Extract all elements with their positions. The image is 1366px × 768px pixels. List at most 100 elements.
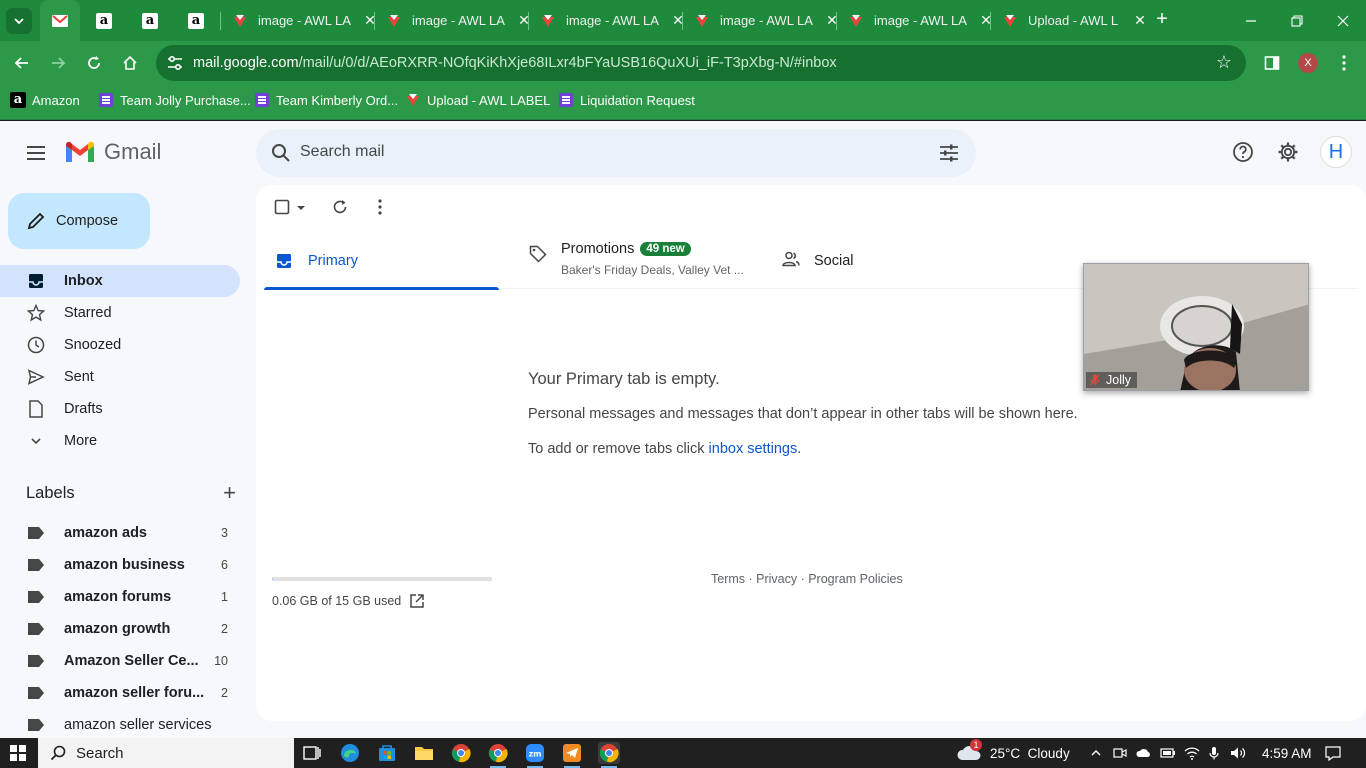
- show-hidden-icons-button[interactable]: [1088, 745, 1104, 761]
- nav-label: Inbox: [64, 273, 103, 289]
- label-item[interactable]: amazon seller services: [0, 709, 256, 741]
- tab-awl-upload[interactable]: Upload - AWL L ✕: [1002, 0, 1148, 41]
- bookmark-star-icon[interactable]: ☆: [1216, 52, 1232, 73]
- tab-amazon-3[interactable]: a: [188, 0, 212, 41]
- reload-button[interactable]: [80, 49, 108, 77]
- label-count: 1: [221, 590, 228, 604]
- back-button[interactable]: [8, 49, 36, 77]
- account-avatar[interactable]: H: [1320, 136, 1352, 168]
- label-tag-icon: [28, 655, 44, 667]
- settings-button[interactable]: [1275, 139, 1301, 165]
- refresh-button[interactable]: [332, 199, 348, 215]
- microphone-icon[interactable]: [1206, 745, 1222, 761]
- nav-drafts[interactable]: Drafts: [0, 393, 240, 425]
- nav-sent[interactable]: Sent: [0, 361, 240, 393]
- taskbar-file-explorer[interactable]: [413, 742, 435, 764]
- search-icon[interactable]: [270, 142, 292, 164]
- site-info-icon[interactable]: [166, 54, 184, 72]
- meet-now-icon[interactable]: [1112, 745, 1128, 761]
- label-item[interactable]: amazon forums 1: [0, 581, 256, 613]
- tab-amazon-1[interactable]: a: [96, 0, 120, 41]
- bookmarks-bar: a Amazon Team Jolly Purchase... Team Kim…: [0, 84, 1366, 120]
- tab-promotions[interactable]: Promotions 49 new Baker's Friday Deals, V…: [517, 231, 752, 289]
- support-button[interactable]: [1230, 139, 1256, 165]
- tab-primary[interactable]: Primary: [264, 231, 499, 290]
- search-options-icon[interactable]: [938, 142, 960, 164]
- weather-widget[interactable]: 1 25°C Cloudy: [956, 738, 1070, 768]
- close-tab-icon[interactable]: ✕: [978, 12, 994, 29]
- bookmark-liquidation[interactable]: Liquidation Request: [558, 92, 695, 108]
- tab-awl-image-5[interactable]: image - AWL LA ✕: [848, 0, 994, 41]
- close-tab-icon[interactable]: ✕: [1132, 12, 1148, 29]
- label-item[interactable]: amazon business 6: [0, 549, 256, 581]
- nav-inbox[interactable]: Inbox: [0, 265, 240, 297]
- wifi-icon[interactable]: [1184, 745, 1200, 761]
- clock[interactable]: 4:59 AM: [1262, 738, 1312, 768]
- bookmark-upload-awl[interactable]: Upload - AWL LABEL: [405, 92, 550, 108]
- minimize-button[interactable]: [1228, 0, 1274, 41]
- footer-links[interactable]: Terms · Privacy · Program Policies: [711, 572, 903, 586]
- new-tab-button[interactable]: +: [1150, 8, 1174, 32]
- inbox-settings-link[interactable]: inbox settings: [709, 441, 798, 457]
- tab-social[interactable]: Social: [770, 231, 1005, 289]
- label-item[interactable]: Amazon Seller Ce... 10: [0, 645, 256, 677]
- taskbar-chrome-1[interactable]: [450, 742, 472, 764]
- gear-icon: [1278, 142, 1298, 162]
- label-item[interactable]: amazon growth 2: [0, 613, 256, 645]
- search-mail-bar[interactable]: Search mail: [256, 129, 976, 177]
- taskbar-search[interactable]: Search: [38, 738, 294, 768]
- create-label-button[interactable]: +: [223, 482, 236, 504]
- volume-icon[interactable]: [1230, 745, 1246, 761]
- external-link-icon[interactable]: [409, 593, 425, 609]
- search-input[interactable]: Search mail: [300, 143, 384, 161]
- select-dropdown[interactable]: [296, 205, 306, 211]
- address-bar[interactable]: mail.google.com/mail/u/0/d/AEoRXRR-NOfqK…: [156, 45, 1246, 81]
- label-item[interactable]: amazon ads 3: [0, 517, 256, 549]
- label-item[interactable]: amazon seller foru... 2: [0, 677, 256, 709]
- nav-snoozed[interactable]: Snoozed: [0, 329, 240, 361]
- taskbar-zoom[interactable]: zm: [524, 742, 546, 768]
- close-window-button[interactable]: [1320, 0, 1366, 41]
- restore-button[interactable]: [1274, 0, 1320, 41]
- close-tab-icon[interactable]: ✕: [670, 12, 686, 29]
- taskbar-telegram[interactable]: [561, 742, 583, 768]
- tab-awl-image-1[interactable]: image - AWL LA ✕: [232, 0, 378, 41]
- close-tab-icon[interactable]: ✕: [362, 12, 378, 29]
- taskbar-chrome-2[interactable]: [487, 742, 509, 768]
- nav-more[interactable]: More: [0, 425, 240, 457]
- onedrive-icon[interactable]: [1136, 745, 1152, 761]
- home-button[interactable]: [116, 49, 144, 77]
- tab-gmail[interactable]: [40, 0, 80, 41]
- task-view-button[interactable]: [301, 742, 323, 764]
- forward-button[interactable]: [44, 49, 72, 77]
- label-tag-icon: [28, 559, 44, 571]
- video-call-overlay[interactable]: Jolly: [1083, 263, 1309, 391]
- empty-state-settings-hint: To add or remove tabs click inbox settin…: [528, 441, 801, 457]
- gmail-logo[interactable]: Gmail: [64, 139, 161, 165]
- chrome-menu-button[interactable]: [1330, 49, 1358, 77]
- select-all-checkbox[interactable]: [274, 199, 290, 215]
- nav-starred[interactable]: Starred: [0, 297, 240, 329]
- bookmark-amazon[interactable]: a Amazon: [10, 92, 80, 108]
- taskbar-edge[interactable]: [339, 742, 361, 764]
- taskbar-store[interactable]: [376, 742, 398, 764]
- tab-awl-image-4[interactable]: image - AWL LA ✕: [694, 0, 840, 41]
- close-tab-icon[interactable]: ✕: [824, 12, 840, 29]
- compose-button[interactable]: Compose: [8, 193, 150, 249]
- caret-down-icon: [297, 206, 305, 210]
- main-menu-icon[interactable]: [24, 141, 48, 165]
- start-button[interactable]: [10, 745, 26, 761]
- close-tab-icon[interactable]: ✕: [516, 12, 532, 29]
- bookmark-team-kimberly[interactable]: Team Kimberly Ord...: [254, 92, 398, 108]
- tab-search-button[interactable]: [6, 8, 32, 34]
- tab-awl-image-2[interactable]: image - AWL LA ✕: [386, 0, 532, 41]
- side-panel-button[interactable]: [1258, 49, 1286, 77]
- bookmark-team-jolly[interactable]: Team Jolly Purchase...: [98, 92, 251, 108]
- battery-icon[interactable]: [1160, 745, 1176, 761]
- tab-amazon-2[interactable]: a: [142, 0, 166, 41]
- notifications-button[interactable]: [1325, 745, 1341, 761]
- more-actions-button[interactable]: [378, 199, 382, 215]
- profile-button[interactable]: X: [1294, 49, 1322, 77]
- tab-awl-image-3[interactable]: image - AWL LA ✕: [540, 0, 686, 41]
- taskbar-chrome-3[interactable]: [598, 742, 620, 768]
